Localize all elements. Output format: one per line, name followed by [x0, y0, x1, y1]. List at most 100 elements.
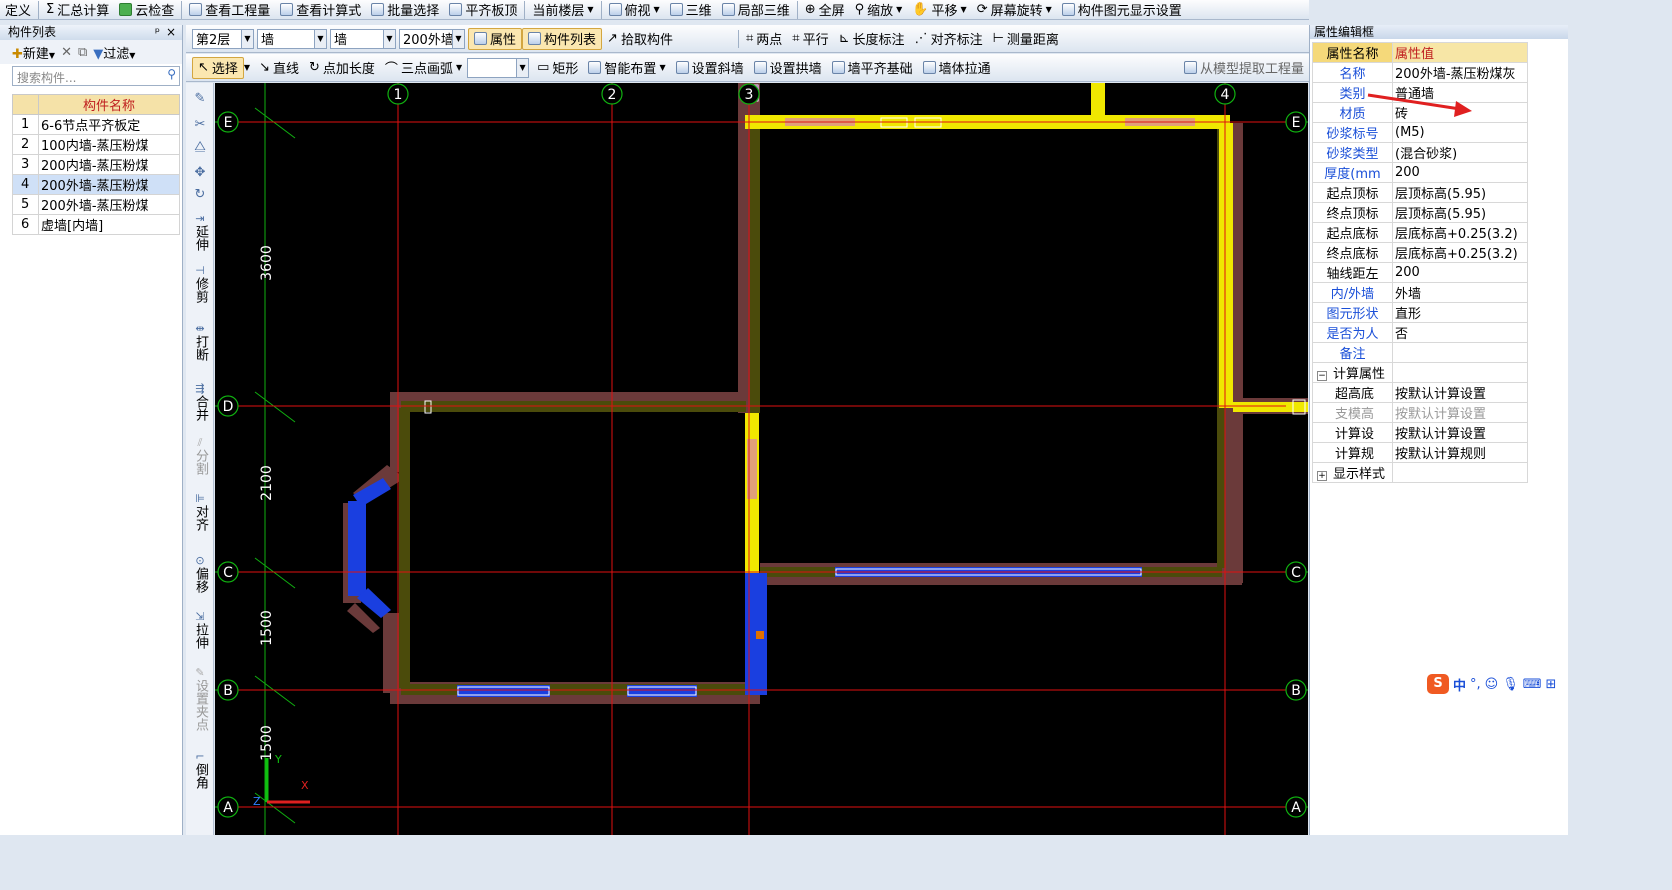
ime-toolbar[interactable]: S 中 °, ☺ 🎙 ⌨ ⊞ — [1425, 672, 1568, 696]
trim-button[interactable]: ⊣ 修剪 — [186, 265, 214, 308]
floor-plan[interactable]: 1 2 3 4 E D C B A E C B A 3600 2100 1500… — [215, 83, 1308, 835]
batch-select-button[interactable]: 批量选择 — [366, 0, 444, 19]
property-value[interactable]: 层底标高+0.25(3.2) — [1392, 222, 1528, 243]
expand-icon[interactable]: + — [1317, 471, 1327, 481]
property-subrow[interactable]: 计算设 按默认计算设置 — [1312, 422, 1528, 443]
drawing-canvas[interactable]: 1 2 3 4 E D C B A E C B A 3600 2100 1500… — [215, 83, 1308, 835]
table-row[interactable]: 2 100内墙-蒸压粉煤 — [12, 134, 180, 155]
pin-icon[interactable]: ᵖ — [155, 25, 160, 40]
property-subrow[interactable]: 计算规 按默认计算规则 — [1312, 442, 1528, 463]
mirror-icon[interactable]: ⧋ — [186, 139, 214, 155]
table-row-selected[interactable]: 4 200外墙-蒸压粉煤 — [12, 174, 180, 195]
property-value[interactable]: 按默认计算规则 — [1392, 442, 1528, 463]
new-component-button[interactable]: ✚新建▼ — [12, 43, 55, 62]
property-row[interactable]: 内/外墙 外墙 — [1312, 282, 1528, 303]
ime-punct-label[interactable]: °, — [1470, 677, 1481, 692]
property-value[interactable]: 按默认计算设置 — [1392, 382, 1528, 403]
fullscreen-button[interactable]: ⊕ 全屏 — [800, 0, 850, 19]
copy-icon[interactable]: ⧉ — [78, 45, 87, 60]
display-settings-button[interactable]: 构件图元显示设置 — [1057, 0, 1187, 19]
3d-button[interactable]: 三维 — [665, 0, 717, 19]
two-point-button[interactable]: ⌗ 两点 — [741, 25, 787, 52]
rectangle-button[interactable]: ▭ 矩形 — [532, 54, 583, 81]
property-value[interactable]: 200 — [1392, 262, 1528, 283]
move-icon[interactable]: ✥ — [186, 165, 214, 181]
align-slab-top-button[interactable]: 平齐板顶 — [444, 0, 522, 19]
merge-button[interactable]: ⇶ 合并 — [186, 383, 214, 426]
slope-wall-button[interactable]: 设置斜墙 — [671, 54, 749, 81]
floor-select[interactable]: 第2层 ▼ — [192, 28, 254, 49]
property-value[interactable]: 按默认计算设置 — [1392, 422, 1528, 443]
property-value[interactable]: 按默认计算设置 — [1392, 402, 1528, 423]
type-select[interactable]: 墙 ▼ — [330, 28, 396, 49]
chevron-down-icon[interactable]: ▼ — [244, 63, 250, 72]
property-value[interactable]: 直形 — [1392, 302, 1528, 323]
extend-button[interactable]: ⇥ 延伸 — [186, 213, 214, 256]
category-select[interactable]: 墙 ▼ — [257, 28, 327, 49]
menu-grid-icon[interactable]: ⊞ — [1546, 677, 1557, 692]
component-search-input[interactable]: 搜索构件... ⚲ — [12, 66, 180, 86]
length-mark-button[interactable]: ⊾ 长度标注 — [834, 25, 910, 52]
exterior-walls[interactable] — [343, 83, 1308, 704]
extract-quantity-button[interactable]: 从模型提取工程量 — [1179, 54, 1309, 81]
property-value[interactable]: 外墙 — [1392, 282, 1528, 303]
smart-layout-button[interactable]: 智能布置 ▼ — [583, 54, 670, 81]
define-button[interactable]: 定义 — [0, 0, 36, 19]
arch-wall-button[interactable]: 设置拱墙 — [749, 54, 827, 81]
property-row[interactable]: 备注 — [1312, 342, 1528, 363]
property-row[interactable]: 轴线距左 200 — [1312, 262, 1528, 283]
table-row[interactable]: 1 6-6节点平齐板定 — [12, 114, 180, 135]
line-button[interactable]: ↘ 直线 — [254, 54, 304, 81]
summary-calc-button[interactable]: Σ 汇总计算 — [41, 0, 114, 19]
chamfer-button[interactable]: ⌐ 倒角 — [186, 751, 214, 794]
properties-toggle[interactable]: 属性 — [468, 27, 523, 50]
delete-icon[interactable]: ✕ — [61, 45, 72, 60]
search-icon[interactable]: ⚲ — [167, 67, 176, 81]
align-mark-button[interactable]: ⋰ 对齐标注 — [910, 25, 988, 52]
property-row[interactable]: 起点底标 层底标高+0.25(3.2) — [1312, 222, 1528, 243]
component-list-toggle[interactable]: 构件列表 — [522, 27, 603, 50]
ime-language-label[interactable]: 中 — [1453, 675, 1466, 694]
parallel-button[interactable]: ⌗ 平行 — [787, 25, 833, 52]
property-value[interactable]: 200 — [1392, 162, 1528, 183]
component-select[interactable]: 200外墙 ▼ — [399, 28, 465, 49]
property-value[interactable]: 层顶标高(5.95) — [1392, 202, 1528, 223]
property-row[interactable]: 是否为人否 — [1312, 322, 1528, 343]
pan-button[interactable]: ✋ 平移 ▼ — [907, 0, 971, 19]
filter-button[interactable]: ▼过滤▼ — [93, 43, 135, 62]
microphone-icon[interactable]: 🎙 — [1502, 677, 1519, 692]
table-row[interactable]: 6 虚墙[内墙] — [12, 214, 180, 235]
brush-icon[interactable]: ✎ — [186, 91, 214, 107]
rotate-screen-button[interactable]: ⟳ 屏幕旋转 ▼ — [972, 0, 1057, 19]
break-button[interactable]: ⇹ 打断 — [186, 323, 214, 366]
property-row[interactable]: 厚度(mm 200 — [1312, 162, 1528, 183]
collapse-icon[interactable]: − — [1317, 371, 1327, 381]
property-subrow[interactable]: 超高底 按默认计算设置 — [1312, 382, 1528, 403]
current-floor-button[interactable]: 当前楼层 ▼ — [527, 0, 598, 19]
scissors-icon[interactable]: ✂ — [186, 117, 214, 133]
emoji-icon[interactable]: ☺ — [1485, 677, 1499, 692]
property-row[interactable]: 起点顶标 层顶标高(5.95) — [1312, 182, 1528, 203]
property-row[interactable]: 图元形状 直形 — [1312, 302, 1528, 323]
property-row[interactable]: 终点底标 层底标高+0.25(3.2) — [1312, 242, 1528, 263]
table-row[interactable]: 3 200内墙-蒸压粉煤 — [12, 154, 180, 175]
property-row[interactable]: 终点顶标 层顶标高(5.95) — [1312, 202, 1528, 223]
three-point-arc-button[interactable]: ⌒ 三点画弧 ▼ — [380, 54, 467, 81]
rotate-icon[interactable]: ↻ — [186, 187, 214, 203]
wall-grip-point[interactable] — [756, 631, 764, 639]
property-value[interactable] — [1392, 342, 1528, 363]
wall-pull-through-button[interactable]: 墙体拉通 — [918, 54, 996, 81]
property-value[interactable]: 200外墙-蒸压粉煤灰 — [1392, 62, 1528, 83]
top-view-button[interactable]: 俯视 ▼ — [604, 0, 665, 19]
property-value[interactable]: 层底标高+0.25(3.2) — [1392, 242, 1528, 263]
measure-distance-button[interactable]: ⊢ 测量距离 — [988, 25, 1064, 52]
point-length-button[interactable]: ↻ 点加长度 — [304, 54, 380, 81]
property-subrow[interactable]: 支模高 按默认计算设置 — [1312, 402, 1528, 423]
property-value[interactable]: 层顶标高(5.95) — [1392, 182, 1528, 203]
wall-align-base-button[interactable]: 墙平齐基础 — [827, 54, 918, 81]
select-button[interactable]: ↖ 选择 — [192, 56, 244, 79]
view-formula-button[interactable]: 查看计算式 — [275, 0, 366, 19]
set-grip-button[interactable]: ✎ 设置夹点 — [186, 667, 214, 736]
property-value[interactable]: 否 — [1392, 322, 1528, 343]
local-3d-button[interactable]: 局部三维 — [717, 0, 795, 19]
